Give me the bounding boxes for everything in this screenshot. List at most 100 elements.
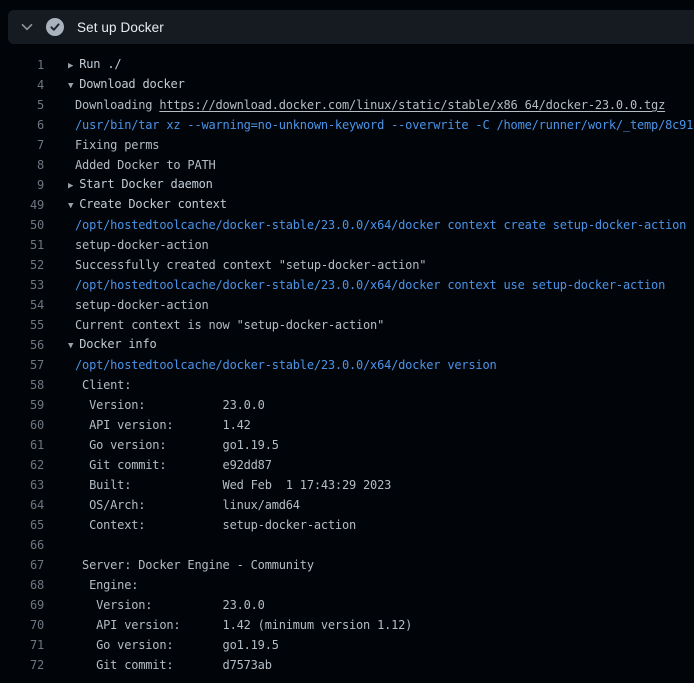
triangle-right-icon[interactable]: ▶ xyxy=(68,56,79,76)
line-number[interactable]: 62 xyxy=(0,455,44,475)
log-text: Version: 23.0.0 xyxy=(68,395,265,415)
line-number[interactable]: 52 xyxy=(0,255,44,275)
line-number[interactable]: 1 xyxy=(0,55,44,75)
log-row: 53 /opt/hostedtoolcache/docker-stable/23… xyxy=(0,275,694,295)
line-number[interactable]: 56 xyxy=(0,335,44,355)
line-number[interactable]: 7 xyxy=(0,135,44,155)
log-row: 9 ▶Start Docker daemon xyxy=(0,175,694,195)
log-text: Fixing perms xyxy=(68,135,159,155)
line-number[interactable]: 64 xyxy=(0,495,44,515)
log-text: Added Docker to PATH xyxy=(68,155,216,175)
log-group-header[interactable]: ▶Run ./ xyxy=(68,54,121,76)
triangle-right-icon[interactable]: ▶ xyxy=(68,176,79,196)
log-text: Git commit: e92dd87 xyxy=(68,455,272,475)
check-circle-icon xyxy=(46,18,64,36)
log-text: Version: 23.0.0 xyxy=(68,595,265,615)
line-number[interactable]: 55 xyxy=(0,315,44,335)
line-number[interactable]: 51 xyxy=(0,235,44,255)
chevron-down-icon[interactable] xyxy=(19,19,35,35)
log-row: 61 Go version: go1.19.5 xyxy=(0,435,694,455)
log-row: 58 Client: xyxy=(0,375,694,395)
log-row: 69 Version: 23.0.0 xyxy=(0,595,694,615)
log-group-label: Download docker xyxy=(79,77,184,91)
log-row: 54 setup-docker-action xyxy=(0,295,694,315)
line-number[interactable]: 6 xyxy=(0,115,44,135)
log-row: 50 /opt/hostedtoolcache/docker-stable/23… xyxy=(0,215,694,235)
log-group-header[interactable]: ▼Download docker xyxy=(68,74,185,96)
line-number[interactable]: 57 xyxy=(0,355,44,375)
line-number[interactable]: 68 xyxy=(0,575,44,595)
log-text: OS/Arch: linux/amd64 xyxy=(68,495,300,515)
line-number[interactable]: 54 xyxy=(0,295,44,315)
line-number[interactable]: 70 xyxy=(0,615,44,635)
line-number[interactable]: 58 xyxy=(0,375,44,395)
log-row: 72 Git commit: d7573ab xyxy=(0,655,694,675)
log-row: 55 Current context is now "setup-docker-… xyxy=(0,315,694,335)
log-group-label: Start Docker daemon xyxy=(79,177,212,191)
log-text: API version: 1.42 (minimum version 1.12) xyxy=(68,615,412,635)
log-row: 52 Successfully created context "setup-d… xyxy=(0,255,694,275)
line-number[interactable]: 61 xyxy=(0,435,44,455)
log-text: Engine: xyxy=(68,575,138,595)
line-number[interactable]: 53 xyxy=(0,275,44,295)
log-row: 5 Downloading https://download.docker.co… xyxy=(0,95,694,115)
log-row: 65 Context: setup-docker-action xyxy=(0,515,694,535)
download-url-link[interactable]: https://download.docker.com/linux/static… xyxy=(159,98,665,112)
log-container: 1▶Run ./4▼Download docker5 Downloading h… xyxy=(0,55,694,675)
step-title: Set up Docker xyxy=(77,20,164,35)
log-row: 67 Server: Docker Engine - Community xyxy=(0,555,694,575)
line-number[interactable]: 4 xyxy=(0,75,44,95)
log-text: Client: xyxy=(68,375,131,395)
triangle-down-icon[interactable]: ▼ xyxy=(68,76,79,96)
log-text: Go version: go1.19.5 xyxy=(68,635,279,655)
line-number[interactable]: 66 xyxy=(0,535,44,555)
log-row: 64 OS/Arch: linux/amd64 xyxy=(0,495,694,515)
log-group-label: Run ./ xyxy=(79,57,121,71)
log-row: 62 Git commit: e92dd87 xyxy=(0,455,694,475)
log-row: 70 API version: 1.42 (minimum version 1.… xyxy=(0,615,694,635)
log-row: 71 Go version: go1.19.5 xyxy=(0,635,694,655)
log-command-text: /usr/bin/tar xz --warning=no-unknown-key… xyxy=(68,115,693,135)
line-number[interactable]: 59 xyxy=(0,395,44,415)
line-number[interactable]: 49 xyxy=(0,195,44,215)
log-row: 51 setup-docker-action xyxy=(0,235,694,255)
log-text: API version: 1.42 xyxy=(68,415,251,435)
log-row: 60 API version: 1.42 xyxy=(0,415,694,435)
log-command-text: /opt/hostedtoolcache/docker-stable/23.0.… xyxy=(68,275,665,295)
log-text: Server: Docker Engine - Community xyxy=(68,555,314,575)
line-number[interactable]: 9 xyxy=(0,175,44,195)
log-text: Context: setup-docker-action xyxy=(68,515,356,535)
log-group-label: Create Docker context xyxy=(79,197,227,211)
line-number[interactable]: 71 xyxy=(0,635,44,655)
log-row: 8 Added Docker to PATH xyxy=(0,155,694,175)
log-text: Go version: go1.19.5 xyxy=(68,435,279,455)
line-number[interactable]: 72 xyxy=(0,655,44,675)
line-number[interactable]: 8 xyxy=(0,155,44,175)
line-number[interactable]: 50 xyxy=(0,215,44,235)
line-number[interactable]: 67 xyxy=(0,555,44,575)
log-row: 59 Version: 23.0.0 xyxy=(0,395,694,415)
log-text: Successfully created context "setup-dock… xyxy=(68,255,426,275)
line-number[interactable]: 60 xyxy=(0,415,44,435)
step-header[interactable]: Set up Docker xyxy=(8,10,694,44)
log-row: 49 ▼Create Docker context xyxy=(0,195,694,215)
log-row: 6 /usr/bin/tar xz --warning=no-unknown-k… xyxy=(0,115,694,135)
log-text: Git commit: d7573ab xyxy=(68,655,272,675)
log-row: 68 Engine: xyxy=(0,575,694,595)
triangle-down-icon[interactable]: ▼ xyxy=(68,336,79,356)
log-row: 56 ▼Docker info xyxy=(0,335,694,355)
log-group-header[interactable]: ▼Create Docker context xyxy=(68,194,227,216)
log-group-header[interactable]: ▼Docker info xyxy=(68,334,157,356)
triangle-down-icon[interactable]: ▼ xyxy=(68,196,79,216)
log-row: 63 Built: Wed Feb 1 17:43:29 2023 xyxy=(0,475,694,495)
log-text: Built: Wed Feb 1 17:43:29 2023 xyxy=(68,475,391,495)
line-number[interactable]: 69 xyxy=(0,595,44,615)
log-text: Current context is now "setup-docker-act… xyxy=(68,315,384,335)
log-group-header[interactable]: ▶Start Docker daemon xyxy=(68,174,213,196)
line-number[interactable]: 65 xyxy=(0,515,44,535)
log-row: 4 ▼Download docker xyxy=(0,75,694,95)
log-text: setup-docker-action xyxy=(68,235,209,255)
line-number[interactable]: 63 xyxy=(0,475,44,495)
line-number[interactable]: 5 xyxy=(0,95,44,115)
log-command-text: /opt/hostedtoolcache/docker-stable/23.0.… xyxy=(68,215,686,235)
